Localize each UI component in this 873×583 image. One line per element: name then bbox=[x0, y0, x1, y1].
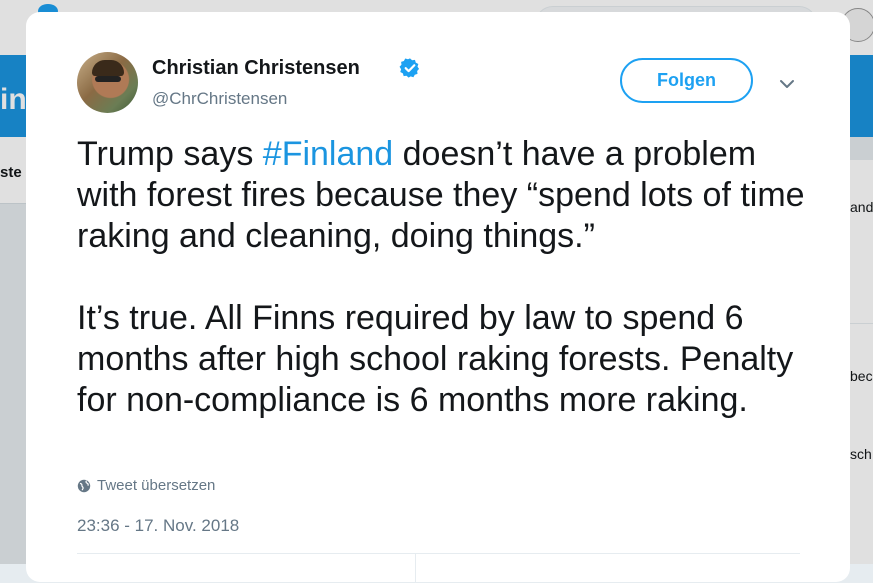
tweet-paragraph-2: It’s true. All Finns required by law to … bbox=[77, 299, 794, 419]
translate-label: Tweet übersetzen bbox=[97, 477, 216, 494]
verified-badge-icon bbox=[399, 58, 420, 78]
globe-icon bbox=[77, 479, 91, 492]
avatar-hair bbox=[92, 60, 124, 76]
author-avatar[interactable] bbox=[77, 52, 138, 113]
author-handle[interactable]: @ChrChristensen bbox=[152, 89, 287, 109]
hashtag-link[interactable]: #Finland bbox=[263, 135, 393, 173]
chevron-down-icon[interactable] bbox=[779, 78, 795, 90]
follow-button[interactable]: Folgen bbox=[620, 58, 753, 103]
stats-column-divider bbox=[415, 553, 416, 583]
tweet-modal: Christian Christensen @ChrChristensen Fo… bbox=[26, 12, 850, 583]
tweet-text: Trump says #Finland doesn’t have a probl… bbox=[77, 134, 817, 421]
author-name[interactable]: Christian Christensen bbox=[152, 57, 360, 80]
avatar-sunglasses bbox=[95, 76, 121, 82]
translate-tweet-link[interactable]: Tweet übersetzen bbox=[77, 477, 215, 494]
stats-divider bbox=[77, 553, 800, 554]
tweet-text-segment: Trump says bbox=[77, 135, 263, 173]
tweet-paragraph-1: Trump says #Finland doesn’t have a probl… bbox=[77, 134, 817, 257]
tweet-timestamp[interactable]: 23:36 - 17. Nov. 2018 bbox=[77, 516, 239, 536]
